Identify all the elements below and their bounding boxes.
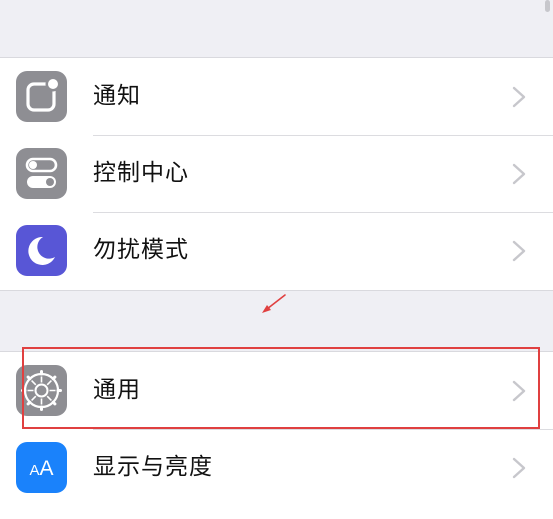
control-center-icon — [16, 148, 67, 199]
settings-row-notifications[interactable]: 通知 — [0, 58, 553, 135]
gear-icon — [16, 365, 67, 416]
chevron-right-icon — [512, 380, 526, 402]
settings-row-label: 显示与亮度 — [93, 454, 213, 480]
settings-row-label: 勿扰模式 — [93, 237, 189, 263]
settings-row-do-not-disturb[interactable]: 勿扰模式 — [0, 212, 553, 289]
notifications-icon — [16, 71, 67, 122]
display-brightness-icon: AA — [16, 442, 67, 493]
settings-row-label: 通用 — [93, 377, 141, 403]
settings-group-2: 通用 AA 显示与亮度 — [0, 351, 553, 519]
settings-group-1: 通知 控制中心 勿扰模式 — [0, 57, 553, 291]
settings-row-control-center[interactable]: 控制中心 — [0, 135, 553, 212]
chevron-right-icon — [512, 163, 526, 185]
settings-row-display-brightness[interactable]: AA 显示与亮度 — [0, 429, 553, 506]
chevron-right-icon — [512, 240, 526, 262]
scroll-indicator[interactable] — [545, 0, 550, 12]
chevron-right-icon — [512, 457, 526, 479]
settings-row-general[interactable]: 通用 — [0, 352, 553, 429]
moon-icon — [16, 225, 67, 276]
settings-row-label: 通知 — [93, 83, 141, 109]
pointer-arrow-icon — [262, 294, 286, 313]
settings-row-label: 控制中心 — [93, 160, 189, 186]
chevron-right-icon — [512, 86, 526, 108]
